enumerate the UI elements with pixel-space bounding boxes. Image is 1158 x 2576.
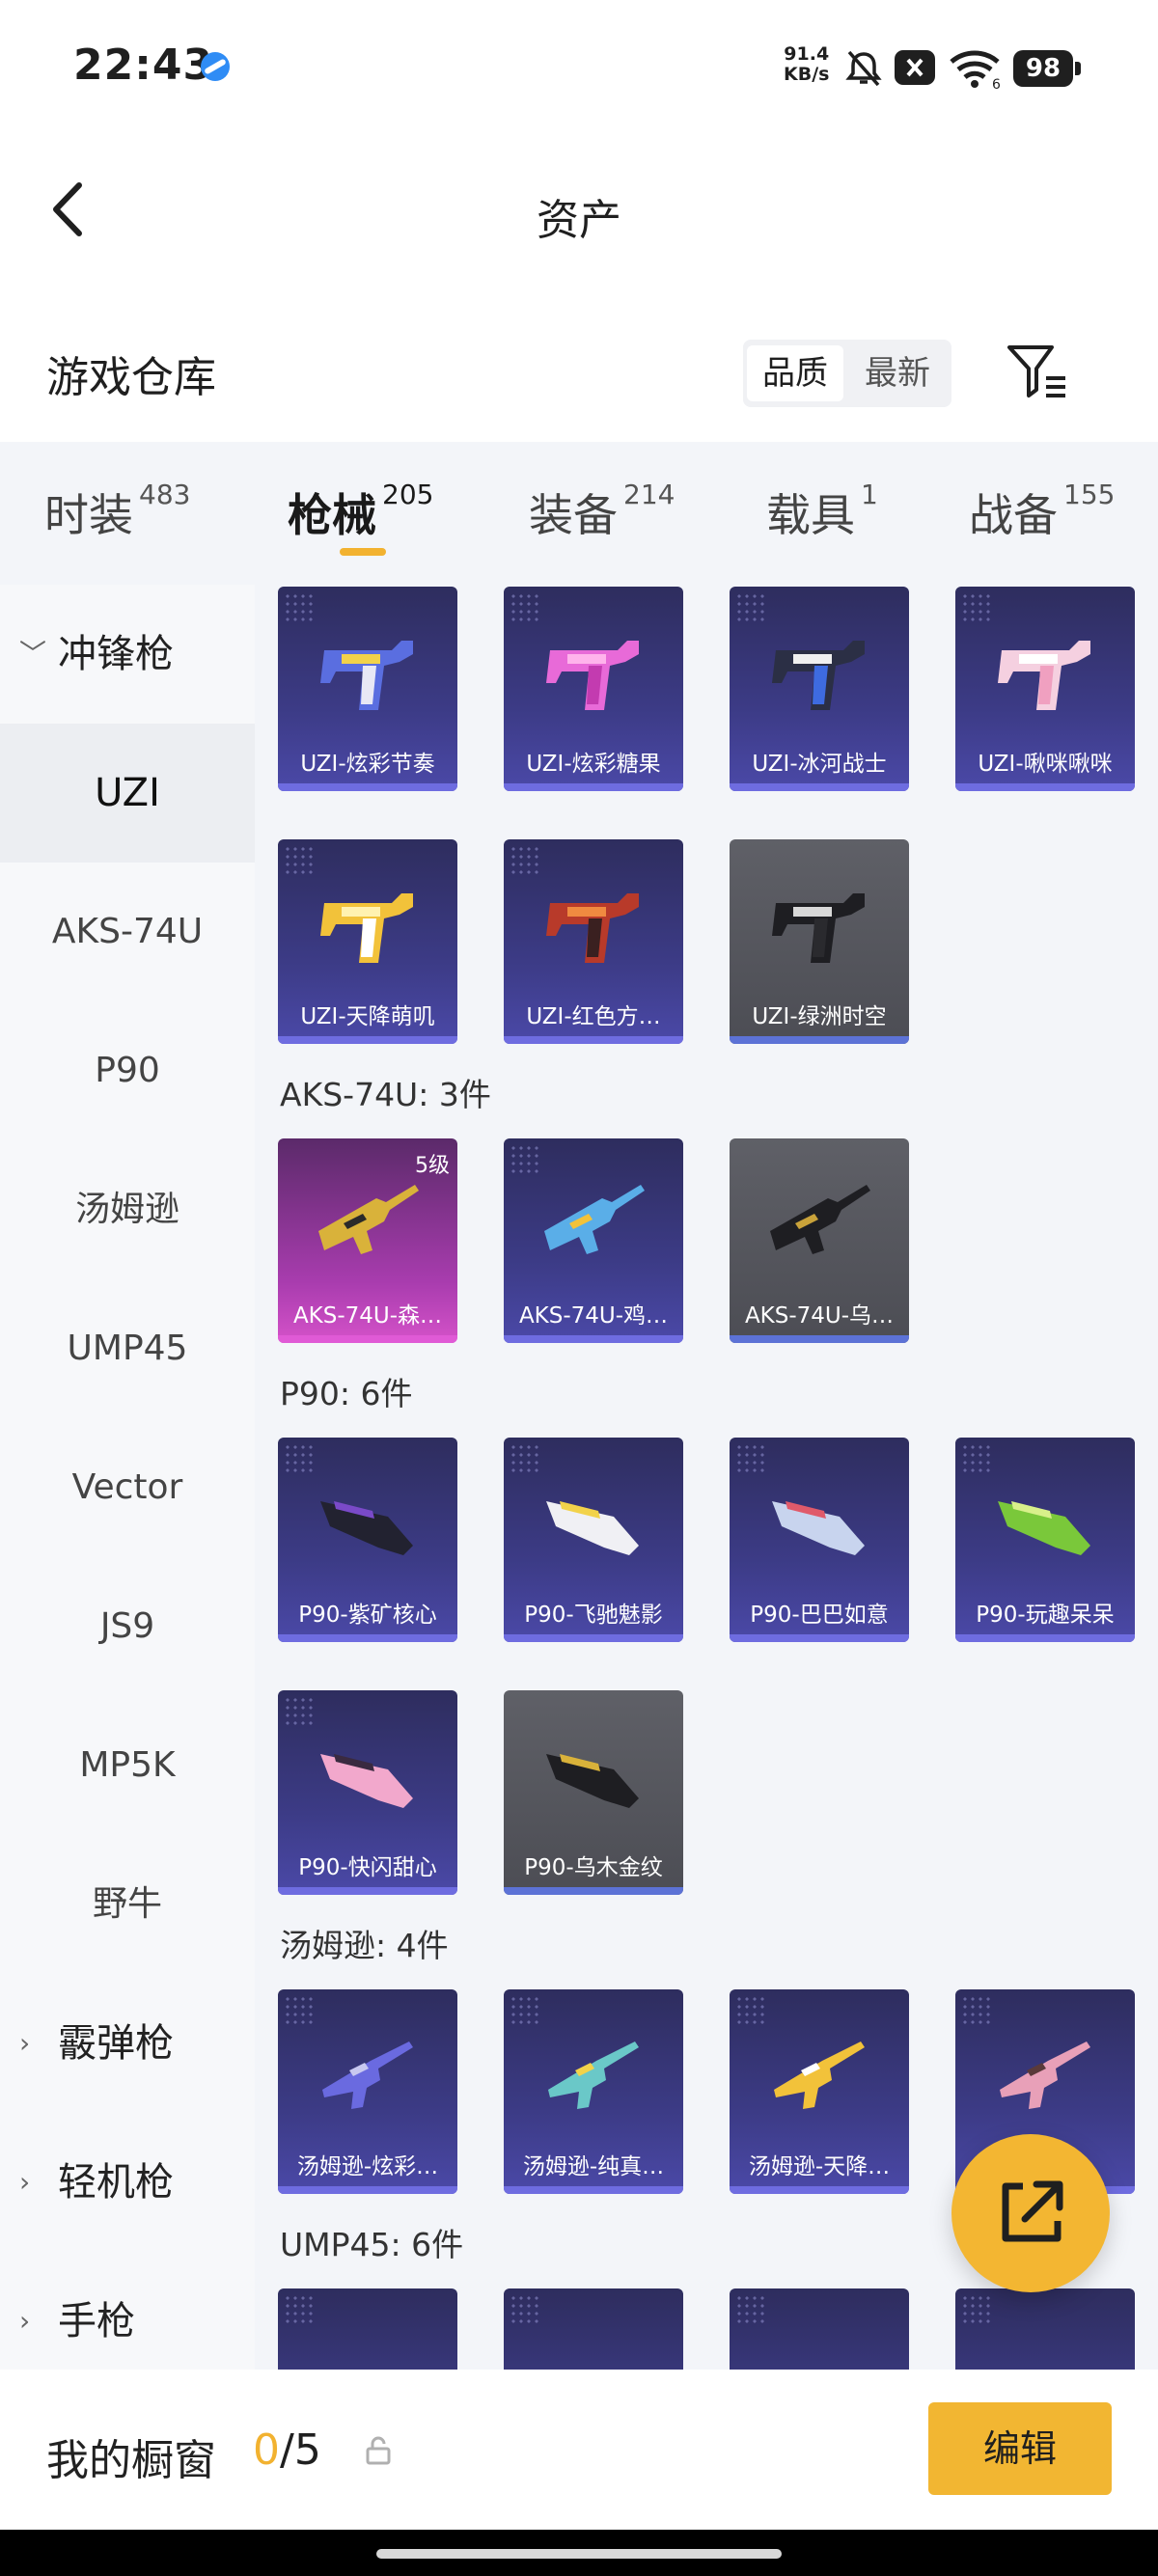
weapon-card[interactable]: P90-飞驰魅影 xyxy=(504,1438,683,1642)
weapon-card[interactable]: P90-快闪甜心 xyxy=(278,1690,457,1895)
rifle-icon xyxy=(544,1185,645,1254)
weapon-card[interactable] xyxy=(278,2288,457,2370)
weapon-card[interactable]: UZI-炫彩节奏 xyxy=(278,587,457,791)
share-button[interactable] xyxy=(951,2134,1110,2292)
weapon-card[interactable]: 5级 AKS-74U-森… xyxy=(278,1138,457,1343)
weapon-card[interactable]: P90-紫矿核心 xyxy=(278,1438,457,1642)
close-box-icon xyxy=(895,50,935,85)
weapon-card[interactable]: UZI-啾咪啾咪 xyxy=(955,587,1135,791)
system-nav-bar xyxy=(0,2530,1158,2576)
weapon-card[interactable]: P90-乌木金纹 xyxy=(504,1690,683,1895)
section-title-ump45: UMP45: 6件 xyxy=(280,2226,464,2263)
weapon-card[interactable]: AKS-74U-鸡… xyxy=(504,1138,683,1343)
uzi-icon xyxy=(320,641,413,710)
uzi-icon xyxy=(546,641,639,710)
thompson-icon xyxy=(1000,2042,1090,2109)
bell-muted-icon xyxy=(845,50,882,87)
showcase-count: 0/5 xyxy=(253,2425,321,2475)
network-speed: 91.4 KB/s xyxy=(784,43,830,85)
lock-icon xyxy=(366,2436,391,2465)
weapon-card[interactable]: UZI-炫彩糖果 xyxy=(504,587,683,791)
active-tab-indicator xyxy=(340,548,386,556)
weapon-card[interactable] xyxy=(504,2288,683,2370)
category-tabs: 时装 483 枪械 205 装备 214 载具 1 战备 155 xyxy=(0,442,1158,585)
sidebar-item-thompson[interactable]: 汤姆逊 xyxy=(0,1140,255,1279)
sidebar-category-lmg[interactable]: › 轻机枪 xyxy=(0,2113,255,2252)
battery-indicator: 98 xyxy=(1013,50,1081,87)
p90-icon xyxy=(998,1501,1090,1555)
tab-vehicles[interactable]: 载具 1 xyxy=(766,479,878,544)
section-title-thompson: 汤姆逊: 4件 xyxy=(280,1927,449,1964)
sidebar-item-js9[interactable]: JS9 xyxy=(0,1557,255,1696)
uzi-icon xyxy=(546,893,639,963)
p90-icon xyxy=(546,1501,639,1555)
sidebar-item-mp5k[interactable]: MP5K xyxy=(0,1696,255,1835)
tab-fashion[interactable]: 时装 483 xyxy=(44,479,190,544)
chevron-right-icon: › xyxy=(19,2027,31,2059)
sidebar-item-p90[interactable]: P90 xyxy=(0,1001,255,1140)
sidebar-category-shotgun[interactable]: › 霰弹枪 xyxy=(0,1974,255,2113)
app-header: 资产 xyxy=(0,135,1158,280)
sidebar-item-uzi[interactable]: UZI xyxy=(0,724,255,863)
warehouse-title: 游戏仓库 xyxy=(46,353,216,402)
weapon-card[interactable]: AKS-74U-乌… xyxy=(730,1138,909,1343)
sort-quality-button[interactable]: 品质 xyxy=(747,345,843,401)
weapon-card[interactable]: 汤姆逊-纯真… xyxy=(504,1989,683,2194)
svg-text:6: 6 xyxy=(992,77,1001,89)
weapon-card[interactable]: UZI-天降萌叽 xyxy=(278,839,457,1044)
weapon-card[interactable]: 汤姆逊-天降… xyxy=(730,1989,909,2194)
thompson-icon xyxy=(322,2042,413,2109)
edit-button[interactable]: 编辑 xyxy=(928,2402,1112,2495)
home-indicator[interactable] xyxy=(376,2549,782,2559)
status-bar: 22:43 91.4 KB/s 6 98 xyxy=(0,0,1158,135)
sidebar-category-smg[interactable]: ﹀ 冲锋枪 xyxy=(0,585,255,724)
thompson-icon xyxy=(774,2042,865,2109)
thompson-icon xyxy=(548,2042,639,2109)
weapon-card[interactable] xyxy=(730,2288,909,2370)
tab-war-supplies[interactable]: 战备 155 xyxy=(969,479,1115,544)
tab-equipment[interactable]: 装备 214 xyxy=(529,479,675,544)
section-title-aks74u: AKS-74U: 3件 xyxy=(280,1076,491,1113)
p90-icon xyxy=(320,1754,413,1808)
uzi-icon xyxy=(772,641,865,710)
weapon-card[interactable]: UZI-红色方… xyxy=(504,839,683,1044)
weapon-card[interactable]: UZI-冰河战士 xyxy=(730,587,909,791)
rifle-icon xyxy=(318,1185,419,1254)
p90-icon xyxy=(772,1501,865,1555)
uzi-icon xyxy=(320,893,413,963)
status-time: 22:43 xyxy=(73,41,214,90)
weapon-card[interactable]: 汤姆逊-炫彩… xyxy=(278,1989,457,2194)
chevron-right-icon: › xyxy=(19,2166,31,2198)
sidebar-item-vector[interactable]: Vector xyxy=(0,1418,255,1557)
p90-icon xyxy=(320,1501,413,1555)
weapon-card[interactable]: UZI-绿洲时空 xyxy=(730,839,909,1044)
showcase-bar: 我的橱窗 0/5 编辑 xyxy=(0,2370,1158,2530)
p90-icon xyxy=(546,1754,639,1808)
rifle-icon xyxy=(770,1185,870,1254)
weapon-card[interactable] xyxy=(955,2288,1135,2370)
weapon-card[interactable]: P90-巴巴如意 xyxy=(730,1438,909,1642)
weapon-sidebar: ﹀ 冲锋枪 UZI AKS-74U P90 汤姆逊 UMP45 Vector J… xyxy=(0,585,255,2370)
wifi-icon: 6 xyxy=(950,50,1001,89)
uzi-icon xyxy=(998,641,1090,710)
external-link-icon xyxy=(1002,2180,1063,2242)
weapon-card[interactable]: P90-玩趣呆呆 xyxy=(955,1438,1135,1642)
sort-toggle: 品质 最新 xyxy=(743,340,951,407)
weapon-grid: UZI-炫彩节奏 UZI-炫彩糖果 UZI-冰河战士 UZI-啾咪啾咪 UZI-… xyxy=(255,585,1158,2370)
filter-icon[interactable] xyxy=(1004,340,1071,403)
sort-newest-button[interactable]: 最新 xyxy=(849,345,946,401)
tab-firearms[interactable]: 枪械 205 xyxy=(288,479,433,544)
page-title: 资产 xyxy=(537,196,621,245)
sidebar-item-bizon[interactable]: 野牛 xyxy=(0,1835,255,1974)
uzi-icon xyxy=(772,893,865,963)
section-title-p90: P90: 6件 xyxy=(280,1375,413,1412)
sidebar-item-ump45[interactable]: UMP45 xyxy=(0,1279,255,1418)
showcase-label: 我的橱窗 xyxy=(46,2436,216,2485)
chevron-down-icon: ﹀ xyxy=(19,638,47,670)
browser-globe-icon xyxy=(201,52,230,81)
sidebar-item-aks74u[interactable]: AKS-74U xyxy=(0,863,255,1001)
